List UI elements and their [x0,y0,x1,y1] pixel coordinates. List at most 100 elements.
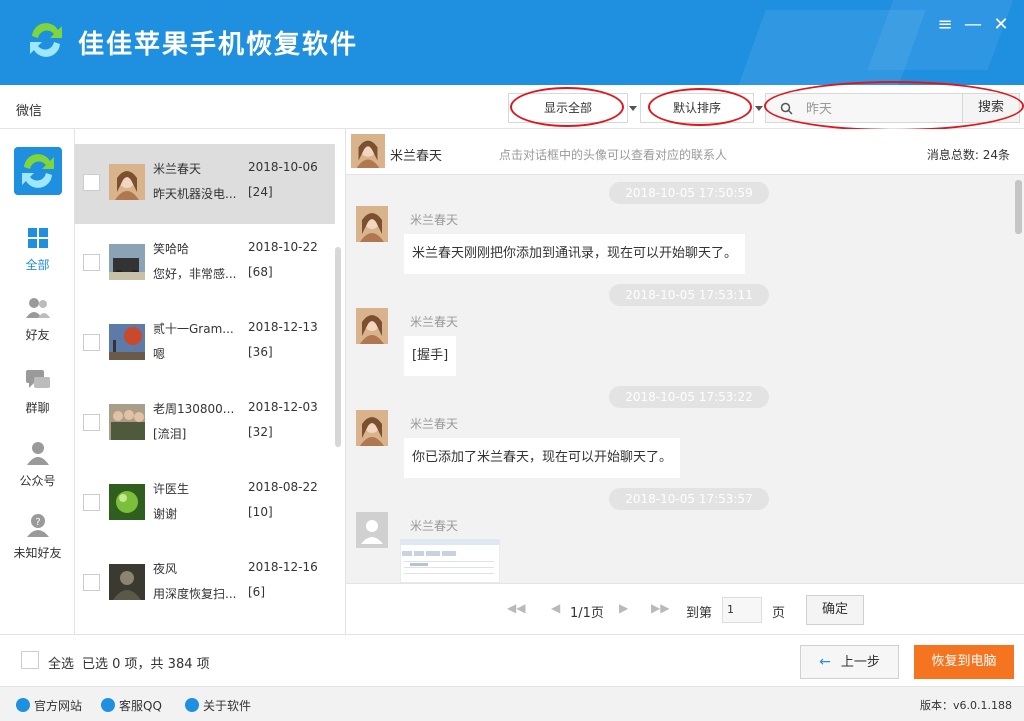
contact-item[interactable]: 老周130800... 2018-12-03 [流泪] [32] [75,384,335,464]
contact-count: [6] [248,585,265,599]
action-bar: 全选 已选 0 项，共 384 项 ← 上一步 恢复到电脑 [0,634,1024,686]
message-avatar[interactable] [356,308,388,344]
search-button[interactable]: 搜索 [962,93,1020,123]
menu-icon[interactable]: ≡ [934,14,956,36]
contact-preview: 您好，非常感... [153,267,237,281]
sort-dropdown[interactable]: 默认排序 [640,93,763,123]
contact-list: 米兰春天 2018-10-06 昨天机器没电... [24] 笑哈哈 2018-… [75,129,346,634]
nav-item-unknown-friends[interactable]: ? 未知好友 [0,513,75,561]
official-site-label: 官方网站 [34,699,83,713]
prev-step-button[interactable]: ← 上一步 [800,645,899,679]
contact-item[interactable]: 夜风 2018-12-16 用深度恢复扫... [6] [75,544,335,624]
search-input[interactable] [806,100,956,115]
first-page-icon[interactable]: ◀◀ [507,601,525,615]
support-qq-link[interactable]: 客服QQ [101,697,162,714]
nav-label: 公众号 [19,474,56,488]
chat-messages: 2018-10-05 17:50:59 米兰春天 米兰春天刚刚把你添加到通讯录，… [346,175,1024,583]
chat-scrollbar[interactable] [1015,180,1022,234]
contact-date: 2018-12-03 [248,400,318,414]
select-all-checkbox[interactable] [21,651,39,669]
title-bar: 佳佳苹果手机恢复软件 ≡ — ✕ [0,0,1024,85]
prev-page-icon[interactable]: ◀ [551,601,560,615]
message-timestamp: 2018-10-05 17:53:57 [609,488,769,510]
contact-checkbox[interactable] [83,334,100,351]
contact-item[interactable]: 米兰春天 2018-10-06 昨天机器没电... [24] [75,144,335,224]
contact-item[interactable]: 许医生 2018-08-22 谢谢 [10] [75,464,335,544]
message-bubble: 你已添加了米兰春天，现在可以开始聊天了。 [404,438,681,478]
prev-step-label: 上一步 [840,655,880,670]
contact-item[interactable]: 笑哈哈 2018-10-22 您好，非常感... [68] [75,224,335,304]
unknown-friend-icon: ? [26,514,49,537]
nav-item-official-accounts[interactable]: 公众号 [0,441,75,489]
filter-dropdown[interactable]: 显示全部 [508,93,637,123]
nav-item-group-chat[interactable]: 群聊 [0,370,75,416]
friends-icon [25,298,50,318]
search-icon [780,102,793,115]
nav-label: 好友 [25,328,50,342]
contact-checkbox[interactable] [83,574,100,591]
contact-name: 贰十一Gram... [153,322,234,336]
nav-item-all[interactable]: 全部 [0,227,75,273]
chat-header: 米兰春天 点击对话框中的头像可以查看对应的联系人 消息总数: 24条 [346,129,1024,175]
arrow-left-icon: ← [819,654,831,670]
contact-date: 2018-08-22 [248,480,318,494]
contact-count: [32] [248,425,273,439]
support-qq-label: 客服QQ [119,699,162,713]
chat-contact-name: 米兰春天 [390,149,443,164]
contact-avatar [109,244,145,280]
message-sender: 米兰春天 [410,519,459,533]
filter-dropdown-label: 显示全部 [543,101,592,115]
page-info: 1/1页 [570,606,604,621]
contact-date: 2018-10-06 [248,160,318,174]
contact-checkbox[interactable] [83,174,100,191]
message-image-thumbnail[interactable] [400,539,500,583]
about-link[interactable]: 关于软件 [185,697,251,714]
contact-name: 米兰春天 [153,162,202,176]
page-number-input[interactable]: 1 [722,597,762,623]
app-title: 佳佳苹果手机恢复软件 [78,30,359,60]
message-avatar[interactable] [356,206,388,242]
official-site-link[interactable]: 官方网站 [16,697,82,714]
sort-dropdown-label: 默认排序 [672,101,721,115]
app-logo-icon [14,147,62,195]
contact-avatar [109,564,145,600]
contact-preview: [流泪] [153,427,187,441]
page-unit-label: 页 [772,606,786,621]
pager: ◀◀ ◀ 1/1页 ▶ ▶▶ 到第 1 页 确定 [346,583,1024,634]
contact-checkbox[interactable] [83,494,100,511]
left-nav: 全部 好友 群聊 公众号 ? 未知好友 [0,129,75,634]
close-button[interactable]: ✕ [990,14,1012,36]
contact-count: [36] [248,345,273,359]
official-account-icon [26,442,49,465]
contact-preview: 昨天机器没电... [153,187,237,201]
grid-icon [27,228,48,248]
default-avatar-icon[interactable] [356,512,388,548]
contact-checkbox[interactable] [83,254,100,271]
nav-label: 未知好友 [13,546,62,560]
group-chat-icon [25,370,50,388]
footer: 官方网站 客服QQ 关于软件 版本：v6.0.1.188 [0,686,1024,721]
info-icon [185,698,199,712]
restore-to-pc-button[interactable]: 恢复到电脑 [914,645,1014,679]
message-sender: 米兰春天 [410,213,459,227]
contact-list-scrollbar[interactable] [335,247,341,447]
chat-contact-avatar[interactable] [351,134,385,168]
contact-count: [68] [248,265,273,279]
last-page-icon[interactable]: ▶▶ [651,601,669,615]
select-all-label[interactable]: 全选 [48,653,74,672]
message-avatar[interactable] [356,410,388,446]
nav-item-friends[interactable]: 好友 [0,297,75,343]
message-timestamp: 2018-10-05 17:50:59 [609,182,769,204]
contact-date: 2018-10-22 [248,240,318,254]
minimize-button[interactable]: — [962,14,984,36]
message-total: 消息总数: 24条 [926,148,1010,162]
version-label: 版本：v6.0.1.188 [920,699,1012,712]
message-bubble: [握手] [404,336,457,376]
confirm-page-button[interactable]: 确定 [806,595,864,625]
message-timestamp: 2018-10-05 17:53:22 [609,386,769,408]
contact-checkbox[interactable] [83,414,100,431]
next-page-icon[interactable]: ▶ [619,601,628,615]
search-box[interactable] [765,93,963,123]
nav-label: 全部 [25,258,50,272]
contact-item[interactable]: 贰十一Gram... 2018-12-13 嗯 [36] [75,304,335,384]
